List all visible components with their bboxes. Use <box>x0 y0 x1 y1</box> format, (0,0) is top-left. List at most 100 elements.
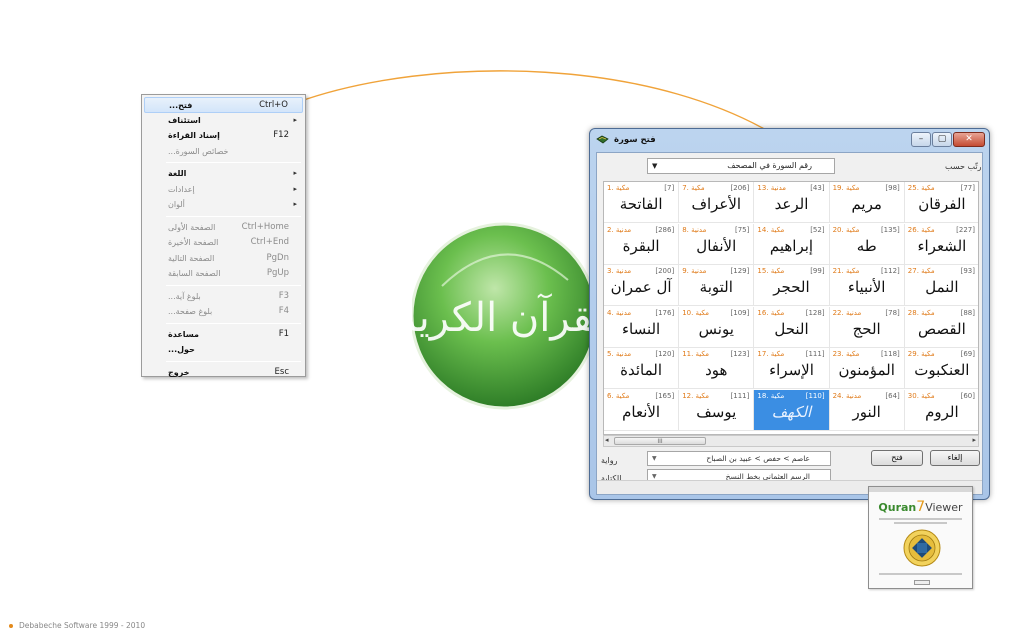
surah-meta: 17. مكية <box>757 350 784 358</box>
ayat-count: [93] <box>960 267 975 275</box>
scroll-right-icon[interactable]: ▸ <box>972 436 976 444</box>
menu-item-shortcut: Esc <box>274 366 289 377</box>
surah-cell[interactable]: 25. مكية [77] الفرقان <box>904 182 978 223</box>
surah-cell[interactable]: 4. مدنية [176] النساء <box>604 306 680 348</box>
surah-cell[interactable]: 20. مكية [135] طه <box>829 223 905 265</box>
menu-item[interactable]: مساعدة F1 <box>144 327 303 343</box>
maximize-button[interactable]: ▢ <box>932 132 952 147</box>
splash-ok-button[interactable] <box>914 580 930 585</box>
surah-cell[interactable]: 1. مكية [7] الفاتحة <box>604 182 680 223</box>
surah-type: مكية <box>845 184 860 192</box>
surah-cell[interactable]: 15. مكية [99] الحجر <box>754 265 830 306</box>
quran-logo: القرآن الكريم <box>412 222 598 416</box>
surah-name: الأنفال <box>696 236 737 255</box>
surah-cell[interactable]: 30. مكية [60] الروم <box>904 389 978 431</box>
surah-meta: 12. مكية <box>682 392 709 400</box>
riwaya-select[interactable]: ▼ عاصم > حفص > عبيد بن الصباح <box>647 451 831 466</box>
menu-item-shortcut: F12 <box>273 130 289 140</box>
surah-number: 1. <box>607 184 616 192</box>
scroll-thumb[interactable]: III <box>614 437 706 445</box>
submenu-arrow-icon: ▸ <box>293 115 297 124</box>
surah-number: 28. <box>907 308 922 317</box>
menu-separator <box>166 215 301 217</box>
menu-item[interactable]: خروج Esc <box>144 365 303 381</box>
surah-cell[interactable]: 8. مدنية [75] الأنفال <box>679 223 755 265</box>
surah-type: مكية <box>845 225 860 234</box>
ayat-count: [78] <box>885 308 900 317</box>
surah-type: مكية <box>921 350 935 358</box>
title-bar[interactable]: فتح سورة – ▢ ✕ <box>590 129 989 151</box>
surah-cell[interactable]: 13. مدنية [43] الرعد <box>754 182 830 223</box>
ayat-count: [135] <box>880 225 900 234</box>
menu-item[interactable]: اللغة ▸ <box>144 166 303 182</box>
surah-number: 6. <box>607 391 616 400</box>
menu-item-label: الصفحة التالية <box>168 253 215 263</box>
ayat-count: [112] <box>880 267 900 275</box>
cancel-button[interactable]: إلغاء <box>930 450 980 466</box>
dialog-title: فتح سورة <box>614 135 656 145</box>
surah-meta: 9. مدنية <box>682 267 706 275</box>
sort-select[interactable]: ▼ رقم السورة في المصحف <box>647 158 835 174</box>
surah-number: 12. <box>682 391 696 400</box>
menu-item-label: خروج <box>168 367 190 377</box>
surah-cell[interactable]: 10. مكية [109] يونس <box>679 306 755 348</box>
sort-value: رقم السورة في المصحف <box>727 161 812 170</box>
surah-cell[interactable]: 21. مكية [112] الأنبياء <box>829 265 905 306</box>
riwaya-label: رواية <box>601 456 618 465</box>
surah-meta: 7. مكية <box>682 184 704 192</box>
surah-name: الأنبياء <box>847 278 886 296</box>
close-button[interactable]: ✕ <box>953 132 985 147</box>
surah-cell[interactable]: 7. مكية [206] الأعراف <box>679 182 755 223</box>
surah-cell[interactable]: 28. مكية [88] القصص <box>904 306 978 348</box>
brand-quran: Quran <box>878 501 917 514</box>
minimize-button[interactable]: – <box>911 132 931 147</box>
surah-cell[interactable]: 2. مدنية [286] البقرة <box>604 223 680 265</box>
surah-type: مدنية <box>615 350 632 358</box>
surah-cell[interactable]: 11. مكية [123] هود <box>679 348 755 389</box>
surah-cell[interactable]: 14. مكية [52] إبراهيم <box>754 223 830 265</box>
splash-brand: Quran7Viewer <box>869 499 972 515</box>
surah-name: الأنعام <box>622 402 661 421</box>
surah-cell[interactable]: 3. مدنية [200] آل عمران <box>604 265 680 306</box>
menu-item[interactable]: فتح... Ctrl+O <box>144 97 303 113</box>
menu-item-label: استئناف <box>168 115 201 125</box>
scroll-left-icon[interactable]: ◂ <box>605 436 609 444</box>
surah-cell[interactable]: 24. مدنية [64] النور <box>829 389 905 431</box>
menu-item: الصفحة الأولى Ctrl+Home <box>144 220 303 236</box>
surah-meta: 27. مكية <box>908 267 935 275</box>
surah-type: مدنية <box>845 308 862 317</box>
surah-cell[interactable]: 27. مكية [93] النمل <box>904 265 978 306</box>
surah-cell[interactable]: 17. مكية [111] الإسراء <box>754 348 830 389</box>
surah-meta: 24. مدنية <box>833 392 862 400</box>
surah-cell[interactable]: 6. مكية [165] الأنعام <box>604 389 680 431</box>
surah-meta: 21. مكية <box>833 267 860 275</box>
menu-item[interactable]: إسناد القراءة F12 <box>144 128 303 144</box>
surah-cell[interactable]: 18. مكية [110] الكهف <box>754 389 830 431</box>
menu-separator <box>166 162 301 163</box>
surah-meta: 4. مدنية <box>607 309 631 317</box>
surah-name: الإسراء <box>769 361 814 379</box>
surah-cell[interactable]: 19. مكية [98] مريم <box>829 182 905 223</box>
surah-cell[interactable]: 12. مكية [111] يوسف <box>679 389 755 431</box>
surah-name: إبراهيم <box>769 236 814 255</box>
open-button[interactable]: فتح <box>871 450 923 466</box>
ayat-count: [120] <box>655 350 675 358</box>
surah-cell[interactable]: 9. مدنية [129] التوبة <box>679 265 755 306</box>
menu-item-label: خصائص السورة... <box>168 146 229 156</box>
surah-number: 9. <box>682 267 692 275</box>
surah-cell[interactable]: 23. مكية [118] المؤمنون <box>829 348 905 389</box>
surah-cell[interactable]: 26. مكية [227] الشعراء <box>904 223 978 265</box>
menu-item[interactable]: حول... <box>144 342 303 358</box>
logo-text: القرآن الكريم <box>412 293 598 341</box>
menu-item[interactable]: استئناف ▸ <box>144 113 303 129</box>
surah-cell[interactable]: 16. مكية [128] النحل <box>754 306 830 348</box>
surah-cell[interactable]: 29. مكية [69] العنكبوت <box>904 348 978 389</box>
horizontal-scrollbar[interactable]: ◂ III ▸ <box>603 435 979 447</box>
surah-cell[interactable]: 5. مدنية [120] المائدة <box>604 348 680 389</box>
surah-type: مكية <box>770 308 785 317</box>
ayat-count: [200] <box>655 267 675 275</box>
surah-name: الأعراف <box>691 195 742 213</box>
surah-cell[interactable]: 22. مدنية [78] الحج <box>829 306 905 348</box>
surah-meta: 18. مكية <box>757 392 784 400</box>
ayat-count: [88] <box>960 308 975 317</box>
